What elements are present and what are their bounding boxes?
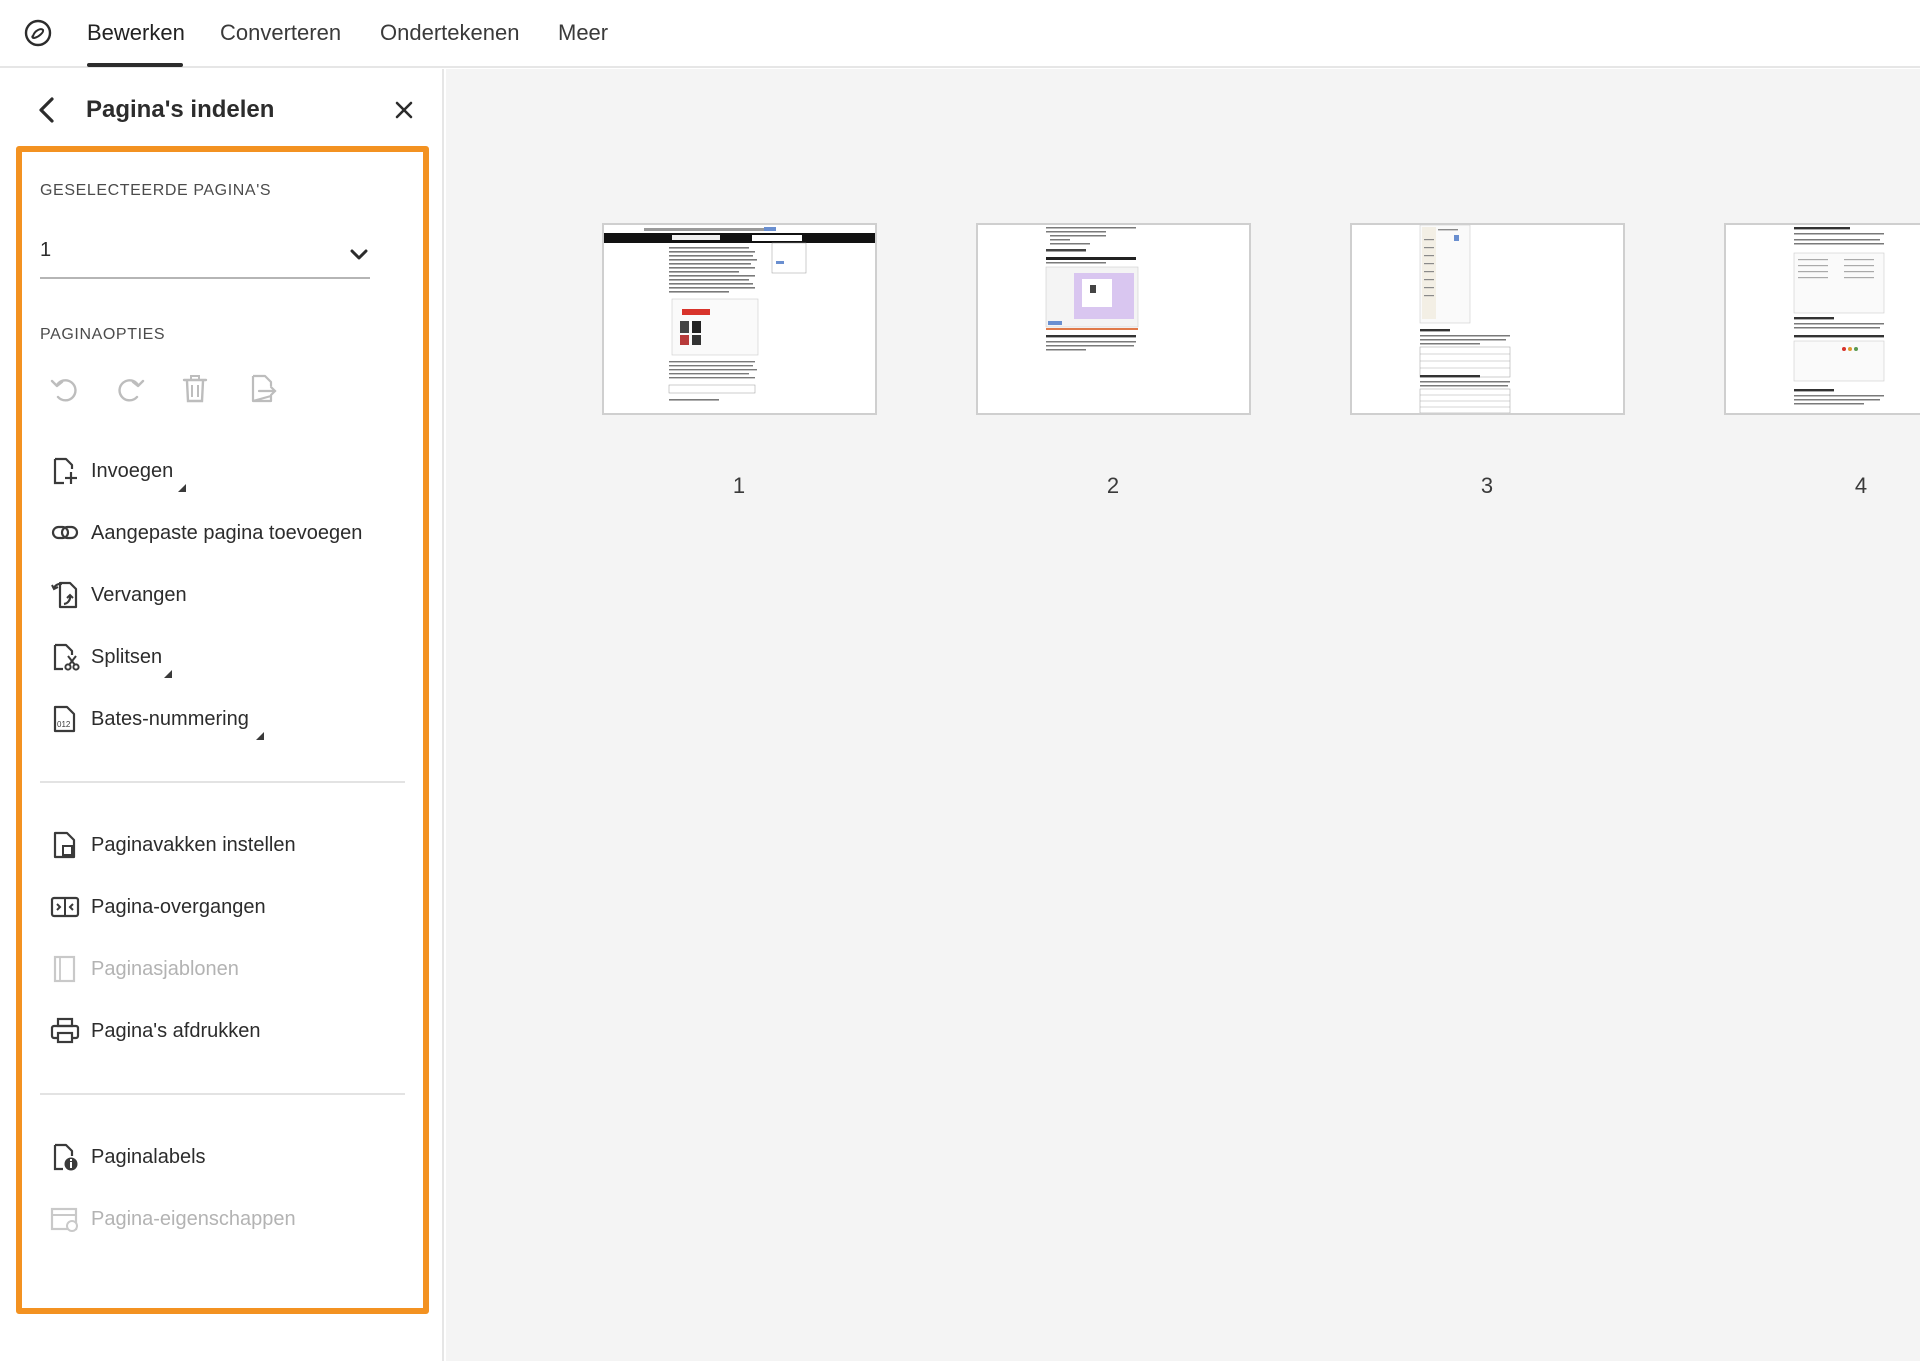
menu-split-label: Splitsen <box>91 646 163 668</box>
top-navigation: Bewerken Converteren Ondertekenen Meer <box>0 0 1920 68</box>
chevron-left-icon <box>39 97 54 123</box>
extract-page-icon[interactable] <box>246 372 280 406</box>
page-labels-icon <box>50 1142 80 1172</box>
menu-page-labels-label: Paginalabels <box>91 1146 206 1168</box>
link-page-icon <box>50 518 80 548</box>
menu-set-page-boxes-label: Paginavakken instellen <box>91 834 296 856</box>
page-properties-icon <box>50 1204 80 1234</box>
panel-header: Pagina's indelen <box>0 69 444 151</box>
section-divider <box>40 781 405 783</box>
menu-page-properties[interactable]: Pagina-eigenschappen <box>50 1200 410 1240</box>
submenu-indicator <box>256 732 264 740</box>
menu-insert[interactable]: Invoegen <box>50 452 410 492</box>
page-thumbnail-3[interactable] <box>1350 223 1625 415</box>
menu-bates-numbering[interactable]: 012 Bates-nummering <box>50 700 410 740</box>
page-number-4: 4 <box>1854 473 1868 498</box>
tab-bewerken[interactable]: Bewerken <box>87 18 185 48</box>
organize-pages-panel: Pagina's indelen GESELECTEERDE PAGINA'S … <box>0 69 444 1361</box>
menu-print-pages[interactable]: Pagina's afdrukken <box>50 1012 410 1052</box>
page-thumbnail-2[interactable] <box>976 223 1251 415</box>
menu-insert-label: Invoegen <box>91 460 174 482</box>
active-tab-indicator <box>87 63 183 67</box>
menu-add-custom-page[interactable]: Aangepaste pagina toevoegen <box>50 514 410 554</box>
page-thumbnail-4[interactable] <box>1724 223 1920 415</box>
selected-pages-value: 1 <box>40 239 52 261</box>
menu-page-transitions[interactable]: Pagina-overgangen <box>50 888 410 928</box>
submenu-indicator <box>178 484 186 492</box>
bates-numbering-icon: 012 <box>50 704 80 734</box>
page-thumbnail-1[interactable] <box>602 223 877 415</box>
panel-title: Pagina's indelen <box>86 96 275 123</box>
insert-page-icon <box>50 456 80 486</box>
chevron-down-icon <box>348 243 370 265</box>
menu-page-templates-label: Paginasjablonen <box>91 958 239 980</box>
page-transitions-icon <box>50 892 80 922</box>
tab-ondertekenen[interactable]: Ondertekenen <box>380 18 519 48</box>
close-icon <box>395 101 413 119</box>
redo-icon[interactable] <box>113 372 147 406</box>
page-number-2: 2 <box>1106 473 1120 498</box>
back-button[interactable] <box>34 95 60 125</box>
tab-meer[interactable]: Meer <box>558 18 608 48</box>
menu-page-transitions-label: Pagina-overgangen <box>91 896 266 918</box>
section-divider <box>40 1093 405 1095</box>
selected-pages-dropdown[interactable]: 1 <box>40 229 370 279</box>
page-thumbnails-area: 1 2 3 4 <box>446 69 1920 1361</box>
close-button[interactable] <box>393 99 415 121</box>
menu-print-pages-label: Pagina's afdrukken <box>91 1020 261 1042</box>
menu-page-templates[interactable]: Paginasjablonen <box>50 950 410 990</box>
menu-add-custom-page-label: Aangepaste pagina toevoegen <box>91 522 363 544</box>
menu-set-page-boxes[interactable]: Paginavakken instellen <box>50 826 410 866</box>
menu-split[interactable]: Splitsen <box>50 638 410 678</box>
menu-bates-numbering-label: Bates-nummering <box>91 708 249 730</box>
page-option-toolbar <box>48 372 288 412</box>
page-number-1: 1 <box>732 473 746 498</box>
page-options-label: PAGINAOPTIES <box>40 326 166 343</box>
menu-replace-label: Vervangen <box>91 584 187 606</box>
menu-replace[interactable]: Vervangen <box>50 576 410 616</box>
page-number-3: 3 <box>1480 473 1494 498</box>
menu-page-labels[interactable]: Paginalabels <box>50 1138 410 1178</box>
trash-icon[interactable] <box>178 372 212 406</box>
selected-pages-label: GESELECTEERDE PAGINA'S <box>40 182 272 199</box>
submenu-indicator <box>164 670 172 678</box>
page-boxes-icon <box>50 830 80 860</box>
replace-page-icon <box>50 580 80 610</box>
printer-icon <box>50 1016 80 1046</box>
tab-converteren[interactable]: Converteren <box>220 18 341 48</box>
page-templates-icon <box>50 954 80 984</box>
menu-page-properties-label: Pagina-eigenschappen <box>91 1208 296 1230</box>
svg-text:012: 012 <box>57 720 71 729</box>
acrobat-logo-icon[interactable] <box>23 18 53 48</box>
split-page-icon <box>50 642 80 672</box>
undo-icon[interactable] <box>48 372 82 406</box>
